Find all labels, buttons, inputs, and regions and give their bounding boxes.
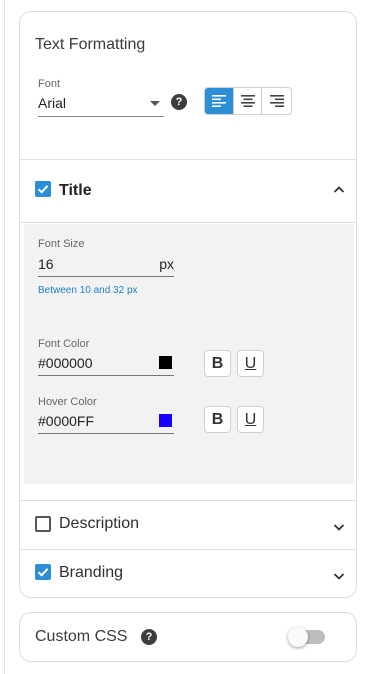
branding-checkbox[interactable] (35, 564, 51, 580)
font-color-input[interactable]: #000000 (38, 353, 174, 376)
title-checkbox[interactable] (35, 181, 51, 197)
hover-color-label: Hover Color (38, 396, 97, 408)
text-align-group (204, 87, 292, 115)
section-title: Text Formatting (35, 36, 146, 53)
font-select-value: Arial (38, 95, 67, 111)
font-label: Font (38, 78, 61, 90)
accordion-branding[interactable]: Branding (20, 550, 356, 597)
font-size-label: Font Size (38, 238, 85, 250)
font-color-label: Font Color (38, 338, 90, 350)
hover-underline-button[interactable]: U (237, 406, 264, 433)
title-label: Title (59, 182, 92, 199)
branding-label: Branding (59, 564, 124, 581)
divider (20, 222, 356, 223)
custom-css-label: Custom CSS (35, 628, 128, 645)
custom-css-card: Custom CSS ? (19, 612, 357, 662)
title-settings-panel: Font Size 16 px Between 10 and 32 px Fon… (24, 224, 354, 484)
check-icon (37, 185, 49, 194)
text-formatting-card: Text Formatting Font Arial ? Title Font … (19, 11, 357, 598)
font-color-value: #000000 (38, 355, 93, 371)
font-size-hint: Between 10 and 32 px (38, 285, 138, 296)
align-center-button[interactable] (234, 88, 263, 114)
help-icon[interactable]: ? (171, 94, 187, 110)
font-size-value: 16 (38, 256, 54, 272)
font-color-swatch[interactable] (159, 356, 172, 369)
chevron-down-icon[interactable] (333, 521, 345, 533)
help-icon[interactable]: ? (141, 629, 157, 645)
align-left-icon (211, 95, 226, 107)
align-right-button[interactable] (262, 88, 291, 114)
align-left-button[interactable] (205, 88, 234, 114)
toggle-knob[interactable] (288, 627, 308, 647)
description-checkbox[interactable] (35, 516, 51, 532)
accordion-title[interactable]: Title (20, 166, 356, 214)
check-icon (37, 568, 49, 577)
font-underline-button[interactable]: U (237, 350, 264, 377)
font-bold-button[interactable]: B (204, 350, 231, 377)
align-right-icon (269, 95, 284, 107)
dropdown-caret-icon (150, 101, 160, 106)
hover-color-swatch[interactable] (159, 414, 172, 427)
hover-color-value: #0000FF (38, 413, 95, 429)
hover-bold-button[interactable]: B (204, 406, 231, 433)
font-size-unit: px (159, 256, 174, 272)
accordion-description[interactable]: Description (20, 501, 356, 549)
chevron-down-icon[interactable] (333, 570, 345, 582)
description-label: Description (59, 515, 140, 532)
font-select[interactable]: Arial (38, 92, 164, 117)
divider (20, 159, 356, 160)
align-center-icon (240, 95, 255, 107)
chevron-up-icon[interactable] (333, 184, 345, 196)
hover-color-input[interactable]: #0000FF (38, 411, 174, 434)
font-size-input[interactable]: 16 px (38, 254, 174, 277)
left-edge-line (4, 0, 5, 674)
